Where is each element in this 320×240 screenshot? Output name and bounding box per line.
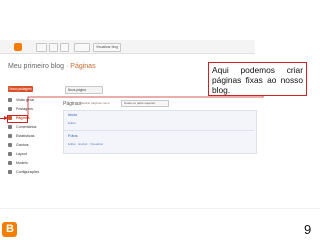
new-page-button[interactable]: Nova página [65,86,103,94]
sidebar-item-label: Layout [16,152,27,156]
layout-icon [8,151,12,156]
page-number: 9 [304,222,312,237]
overview-icon [8,97,12,102]
earnings-icon [8,142,12,147]
arrow-right-icon [4,116,8,120]
sidebar-item-template[interactable]: Modelo [8,160,56,167]
stats-icon [8,133,12,138]
footer-divider [0,208,320,209]
sidebar-item-layout[interactable]: Layout [8,151,56,158]
sidebar-item-label: Comentários [16,125,37,129]
blogger-logo-icon: B [2,222,17,237]
title-separator: · [65,63,69,70]
blog-list-button[interactable] [49,43,58,52]
sidebar-item-label: Estatísticas [16,134,35,138]
blog-name: Meu primeiro blog [8,63,65,70]
blogger-logo-icon [14,43,22,51]
sidebar-item-earnings[interactable]: Ganhos [8,142,56,149]
menu-button[interactable] [36,43,47,52]
sidebar-item-label: Ganhos [16,143,29,147]
pages-list [63,110,257,154]
sidebar-item-overview[interactable]: Visão geral [8,97,56,104]
row-divider [64,130,254,131]
section-name: Páginas [70,63,96,70]
callout-box: Aqui podemos criar páginas fixas ao noss… [208,62,307,96]
posts-icon [8,106,12,111]
new-post-button[interactable]: Nova postagem [8,86,33,92]
sidebar-item-stats[interactable]: Estatísticas [8,133,56,140]
display-mode-label: Mostrar páginas como [80,101,110,105]
page-row-actions[interactable]: Editar · Excluir · Visualizar [68,142,103,146]
main-title: Páginas [63,101,82,107]
template-icon [8,160,12,165]
sidebar-item-settings[interactable]: Configurações [8,169,56,176]
sidebar-item-label: Postagens [16,107,33,111]
page-title: Meu primeiro blog · Páginas [8,63,96,70]
sidebar-item-label: Modelo [16,161,28,165]
chevron-down-icon[interactable] [60,43,69,52]
comments-icon [8,124,12,129]
view-blog-button[interactable]: Visualizar blog [93,43,121,52]
pages-highlight-box [7,115,28,123]
sidebar-item-posts[interactable]: Postagens [8,106,56,113]
sidebar-item-label: Configurações [16,170,40,174]
display-mode-select[interactable]: Guias no parte superior [121,100,169,107]
page-row-actions[interactable]: Editar [68,121,76,125]
sidebar-item-comments[interactable]: Comentários [8,124,56,131]
page-row-title[interactable]: Início [68,113,77,117]
sidebar-item-label: Visão geral [16,98,34,102]
page-row-title[interactable]: Fotos [68,134,78,138]
dashboard-button[interactable] [74,43,90,52]
settings-icon [8,169,12,174]
